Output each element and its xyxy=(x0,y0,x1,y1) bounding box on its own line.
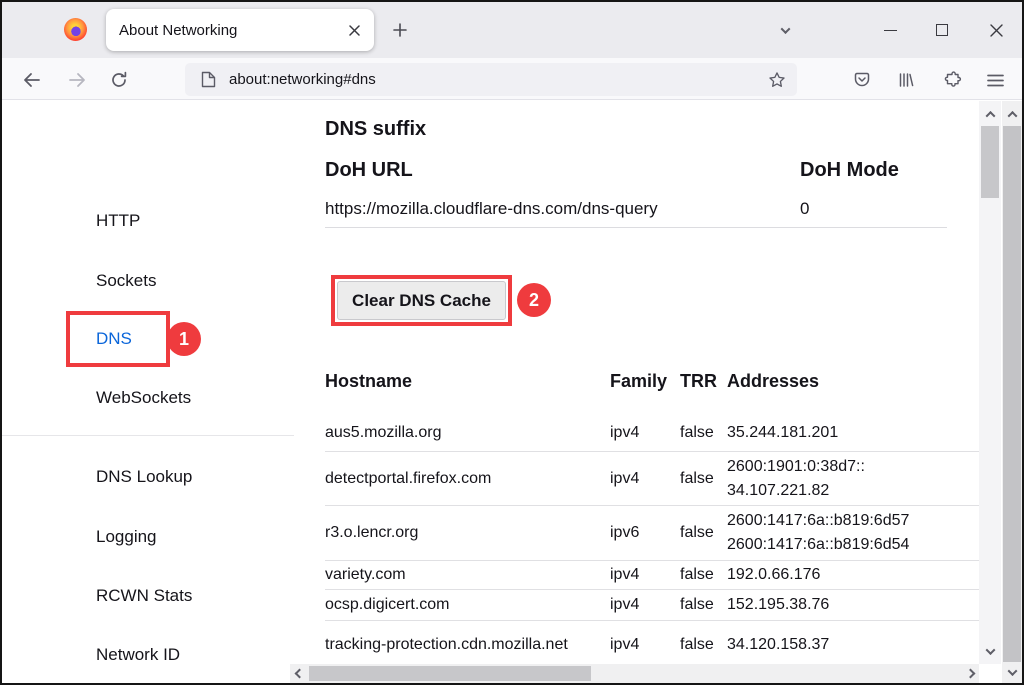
sidebar-item-rcwn-stats[interactable]: RCWN Stats xyxy=(96,584,192,608)
cell-trr: false xyxy=(680,566,727,584)
bookmark-star-icon[interactable] xyxy=(768,71,786,89)
sidebar-item-network-id[interactable]: Network ID xyxy=(96,643,180,667)
doh-url-label: DoH URL xyxy=(325,158,413,182)
cell-family: ipv4 xyxy=(610,636,680,654)
cell-hostname: ocsp.digicert.com xyxy=(325,596,610,614)
page-icon xyxy=(201,71,216,88)
cell-hostname: r3.o.lencr.org xyxy=(325,524,610,542)
chevron-down-icon xyxy=(780,24,790,34)
table-row: ocsp.digicert.com ipv4 false 152.195.38.… xyxy=(325,590,980,621)
close-window-button[interactable] xyxy=(981,16,1011,44)
extensions-puzzle-icon[interactable] xyxy=(937,65,967,95)
menu-hamburger-icon[interactable] xyxy=(980,65,1010,95)
scroll-down-icon[interactable] xyxy=(981,642,999,660)
column-header-trr: TRR xyxy=(680,368,717,394)
close-icon xyxy=(990,24,1003,37)
annotation-box-step2 xyxy=(331,275,512,326)
annotation-badge-step2: 2 xyxy=(517,283,551,317)
sidebar-item-logging[interactable]: Logging xyxy=(96,525,157,549)
tab-close-button[interactable] xyxy=(342,18,366,42)
cell-addresses: 35.244.181.201 xyxy=(727,421,980,445)
forward-arrow-icon xyxy=(67,70,87,90)
cell-hostname: variety.com xyxy=(325,566,610,584)
maximize-button[interactable] xyxy=(927,16,957,44)
minimize-icon xyxy=(884,30,897,31)
sidebar-item-websockets[interactable]: WebSockets xyxy=(96,386,191,410)
dns-cache-table: aus5.mozilla.org ipv4 false 35.244.181.2… xyxy=(325,415,980,668)
scrollbar-thumb[interactable] xyxy=(981,126,999,198)
firefox-logo-icon[interactable] xyxy=(64,18,87,41)
table-row: r3.o.lencr.org ipv6 false 2600:1417:6a::… xyxy=(325,506,980,561)
cell-family: ipv4 xyxy=(610,424,680,442)
annotation-box-step1 xyxy=(66,311,170,367)
scrollbar-thumb[interactable] xyxy=(1003,126,1021,662)
sidebar-item-http[interactable]: HTTP xyxy=(96,209,140,233)
back-arrow-icon xyxy=(22,70,42,90)
forward-button[interactable] xyxy=(62,65,92,95)
scroll-down-icon[interactable] xyxy=(1003,663,1021,681)
minimize-button[interactable] xyxy=(875,16,905,44)
doh-mode-value: 0 xyxy=(800,198,809,220)
sidebar-item-dns-lookup[interactable]: DNS Lookup xyxy=(96,465,192,489)
cell-hostname: detectportal.firefox.com xyxy=(325,470,610,488)
section-title-dns-suffix: DNS suffix xyxy=(325,117,426,141)
content-vertical-scrollbar[interactable] xyxy=(979,101,1001,664)
cell-family: ipv4 xyxy=(610,470,680,488)
window-vertical-scrollbar[interactable] xyxy=(1002,101,1022,683)
sidebar-item-sockets[interactable]: Sockets xyxy=(96,269,156,293)
cell-trr: false xyxy=(680,470,727,488)
tab-about-networking[interactable]: About Networking xyxy=(106,9,374,51)
cell-addresses: 192.0.66.176 xyxy=(727,563,980,587)
table-row: aus5.mozilla.org ipv4 false 35.244.181.2… xyxy=(325,415,980,452)
cell-trr: false xyxy=(680,424,727,442)
scrollbar-thumb[interactable] xyxy=(309,666,591,681)
column-header-addresses: Addresses xyxy=(727,368,819,394)
cell-trr: false xyxy=(680,524,727,542)
reload-icon xyxy=(110,71,128,89)
cell-trr: false xyxy=(680,636,727,654)
table-row: detectportal.firefox.com ipv4 false 2600… xyxy=(325,452,980,506)
tab-bar: About Networking xyxy=(2,2,1022,58)
cell-family: ipv4 xyxy=(610,596,680,614)
url-bar[interactable]: about:networking#dns xyxy=(185,63,797,96)
annotation-badge-step1: 1 xyxy=(167,322,201,356)
pocket-icon[interactable] xyxy=(847,65,877,95)
maximize-icon xyxy=(936,24,948,36)
new-tab-button[interactable] xyxy=(386,16,414,44)
cell-family: ipv4 xyxy=(610,566,680,584)
reload-button[interactable] xyxy=(104,65,134,95)
column-header-hostname: Hostname xyxy=(325,368,412,394)
cell-addresses: 34.120.158.37 xyxy=(727,633,980,657)
cell-family: ipv6 xyxy=(610,524,680,542)
sidebar-divider xyxy=(2,435,294,436)
cell-hostname: tracking-protection.cdn.mozilla.net xyxy=(325,636,610,654)
library-icon[interactable] xyxy=(891,65,921,95)
cell-addresses: 152.195.38.76 xyxy=(727,593,980,617)
table-row: tracking-protection.cdn.mozilla.net ipv4… xyxy=(325,621,980,668)
cell-trr: false xyxy=(680,596,727,614)
doh-url-value: https://mozilla.cloudflare-dns.com/dns-q… xyxy=(325,198,658,220)
list-all-tabs-button[interactable] xyxy=(771,16,799,44)
scroll-up-icon[interactable] xyxy=(1003,105,1021,123)
cell-addresses: 2600:1417:6a::b819:6d572600:1417:6a::b81… xyxy=(727,509,980,557)
content-horizontal-scrollbar[interactable] xyxy=(290,664,979,683)
column-header-family: Family xyxy=(610,368,667,394)
close-icon xyxy=(349,25,360,36)
scroll-right-icon[interactable] xyxy=(961,664,979,682)
cell-hostname: aus5.mozilla.org xyxy=(325,424,610,442)
back-button[interactable] xyxy=(17,65,47,95)
url-text[interactable]: about:networking#dns xyxy=(229,71,768,88)
table-row: variety.com ipv4 false 192.0.66.176 xyxy=(325,561,980,590)
doh-row-divider xyxy=(325,227,947,228)
scroll-left-icon[interactable] xyxy=(290,664,308,682)
tab-title: About Networking xyxy=(119,22,342,39)
plus-icon xyxy=(393,23,407,37)
scroll-up-icon[interactable] xyxy=(981,105,999,123)
browser-window: About Networking about:netw xyxy=(0,0,1024,685)
cell-addresses: 2600:1901:0:38d7::34.107.221.82 xyxy=(727,455,980,503)
doh-mode-label: DoH Mode xyxy=(800,158,899,182)
